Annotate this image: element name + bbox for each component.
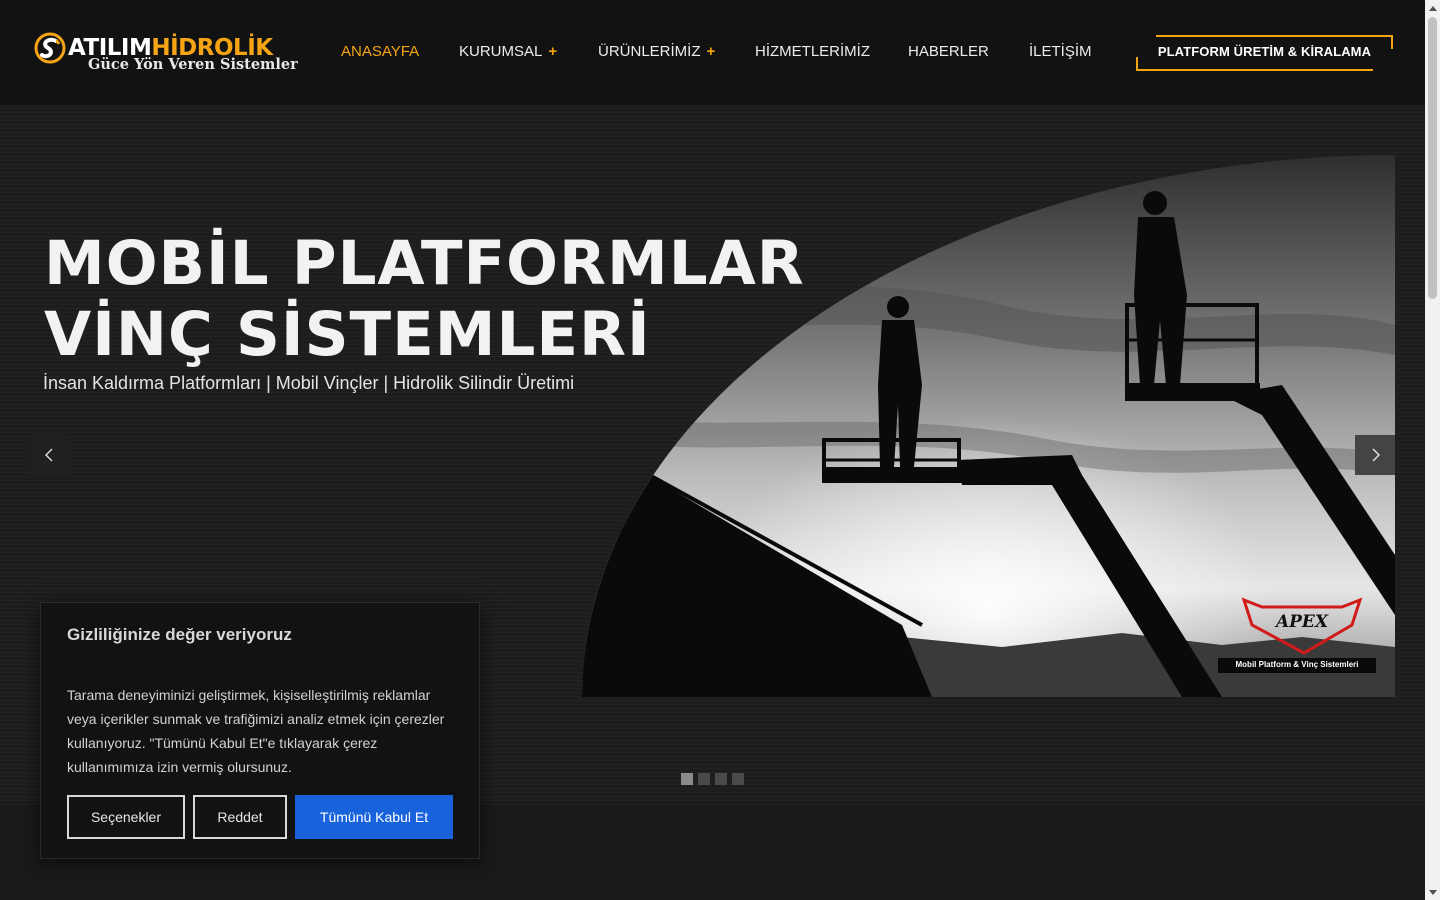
nav-item-label: İLETİŞİM [1029, 43, 1092, 60]
cookie-consent-dialog: Gizliliğinize değer veriyoruz Tarama den… [40, 602, 480, 859]
hero-title: MOBİL PLATFORMLAR VİNÇ SİSTEMLERİ [44, 228, 805, 370]
scrollbar-thumb[interactable] [1428, 17, 1437, 299]
nav-item-anasayfa[interactable]: ANASAYFA [341, 42, 419, 62]
cookie-description: Tarama deneyiminizi geliştirmek, kişisel… [67, 687, 445, 775]
hero-subtitle: İnsan Kaldırma Platformları | Mobil Vinç… [43, 373, 575, 393]
nav-item-hizmetlerimiz[interactable]: HİZMETLERİMİZ [755, 42, 870, 62]
nav-item-haberler[interactable]: HABERLER [908, 42, 989, 62]
slider-dot[interactable] [732, 773, 744, 785]
site-header: ATILIMHİDROLİK Güce Yön Veren Sistemler … [0, 0, 1425, 105]
page: ATILIMHİDROLİK Güce Yön Veren Sistemler … [0, 0, 1440, 900]
apex-logo-name: APEX [1275, 612, 1329, 632]
cookie-options-button[interactable]: Seçenekler [67, 795, 185, 839]
cookie-accept-all-button[interactable]: Tümünü Kabul Et [295, 795, 453, 839]
scroll-up-icon[interactable] [1425, 0, 1440, 15]
platform-cta-button[interactable]: PLATFORM ÜRETİM & KİRALAMA [1136, 35, 1393, 71]
brand-logo[interactable]: ATILIMHİDROLİK Güce Yön Veren Sistemler [34, 32, 298, 76]
hero-title-line2: VİNÇ SİSTEMLERİ [44, 299, 651, 370]
slider-next-button[interactable] [1355, 435, 1395, 475]
chevron-right-icon [1372, 448, 1380, 462]
nav-item-label: ÜRÜNLERİMİZ [598, 43, 701, 60]
apex-logo-caption: Mobil Platform & Vinç Sistemleri [1235, 660, 1359, 669]
nav-item-label: KURUMSAL [459, 43, 543, 60]
slider-prev-button[interactable] [30, 435, 70, 475]
slider-dot[interactable] [698, 773, 710, 785]
plus-icon: + [548, 43, 558, 60]
hero-title-line1: MOBİL PLATFORMLAR [44, 228, 805, 299]
chevron-left-icon [45, 448, 53, 462]
nav-item-urunlerimiz[interactable]: ÜRÜNLERİMİZ + [598, 42, 715, 62]
nav-item-label: HABERLER [908, 43, 989, 60]
slider-dot[interactable] [681, 773, 693, 785]
slider-dot[interactable] [715, 773, 727, 785]
plus-icon: + [706, 43, 716, 60]
logo-mark-icon [34, 32, 66, 64]
scroll-down-icon[interactable] [1425, 885, 1440, 900]
cta-label: PLATFORM ÜRETİM & KİRALAMA [1157, 44, 1372, 59]
page-scrollbar[interactable] [1425, 0, 1440, 900]
nav-item-kurumsal[interactable]: KURUMSAL + [459, 42, 557, 62]
nav-item-label: HİZMETLERİMİZ [755, 43, 870, 60]
cookie-reject-button[interactable]: Reddet [193, 795, 287, 839]
brand-tagline: Güce Yön Veren Sistemler [88, 56, 298, 73]
nav-item-label: ANASAYFA [341, 43, 420, 60]
nav-item-iletisim[interactable]: İLETİŞİM [1029, 42, 1092, 62]
cookie-title: Gizliliğinize değer veriyoruz [67, 625, 292, 644]
